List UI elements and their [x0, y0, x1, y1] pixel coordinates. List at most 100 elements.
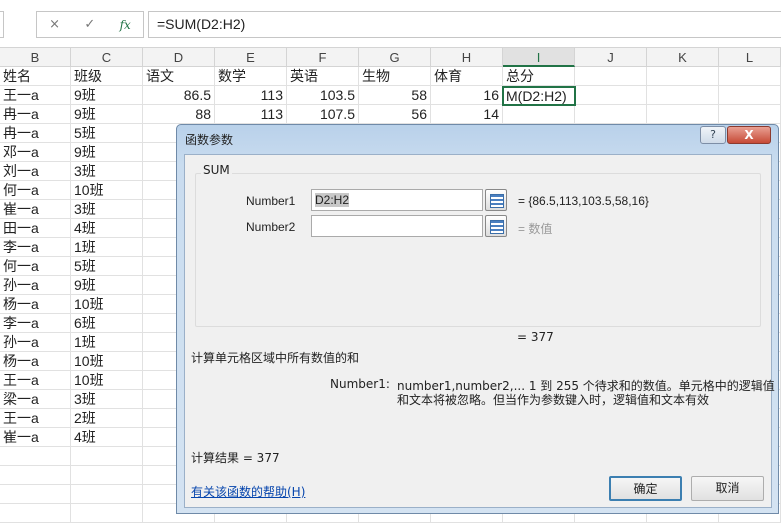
- cell[interactable]: 10班: [71, 181, 143, 200]
- cell[interactable]: 田一a: [0, 219, 71, 238]
- cell[interactable]: 刘一a: [0, 162, 71, 181]
- cancel-icon[interactable]: ×: [49, 17, 60, 32]
- number1-input[interactable]: D2:H2: [311, 189, 483, 211]
- cell[interactable]: 113: [215, 105, 287, 124]
- column-header-k[interactable]: K: [647, 48, 719, 67]
- cell[interactable]: [647, 67, 719, 86]
- active-cell[interactable]: M(D2:H2): [502, 86, 576, 106]
- cell[interactable]: [0, 447, 71, 466]
- cell[interactable]: [71, 466, 143, 485]
- cell[interactable]: 杨一a: [0, 295, 71, 314]
- help-button[interactable]: ?: [700, 126, 726, 144]
- cell[interactable]: 16: [431, 86, 503, 105]
- cell[interactable]: 英语: [287, 67, 359, 86]
- ok-button[interactable]: 确定: [609, 476, 682, 501]
- cell[interactable]: 4班: [71, 428, 143, 447]
- cell[interactable]: 总分: [503, 67, 575, 86]
- cell[interactable]: 107.5: [287, 105, 359, 124]
- cell[interactable]: 4班: [71, 219, 143, 238]
- cell[interactable]: 10班: [71, 295, 143, 314]
- column-header-h[interactable]: H: [431, 48, 503, 67]
- cell[interactable]: [503, 105, 575, 124]
- column-header-d[interactable]: D: [143, 48, 215, 67]
- enter-icon[interactable]: ✓: [84, 17, 95, 32]
- cell[interactable]: 88: [143, 105, 215, 124]
- column-header-j[interactable]: J: [575, 48, 647, 67]
- cell[interactable]: 王一a: [0, 371, 71, 390]
- cell[interactable]: [71, 485, 143, 504]
- cell[interactable]: 9班: [71, 143, 143, 162]
- cell[interactable]: 体育: [431, 67, 503, 86]
- cell[interactable]: 58: [359, 86, 431, 105]
- cell[interactable]: 103.5: [287, 86, 359, 105]
- cell[interactable]: 1班: [71, 238, 143, 257]
- cell[interactable]: 崔一a: [0, 428, 71, 447]
- cell[interactable]: 5班: [71, 124, 143, 143]
- cell[interactable]: 2班: [71, 409, 143, 428]
- cell[interactable]: 3班: [71, 390, 143, 409]
- column-header-l[interactable]: L: [719, 48, 781, 67]
- cell[interactable]: [71, 447, 143, 466]
- cell[interactable]: 李一a: [0, 238, 71, 257]
- cell[interactable]: 生物: [359, 67, 431, 86]
- collapse-dialog-icon[interactable]: [485, 189, 507, 211]
- name-box[interactable]: [0, 11, 4, 38]
- cell[interactable]: 数学: [215, 67, 287, 86]
- cell[interactable]: 杨一a: [0, 352, 71, 371]
- column-header-i[interactable]: I: [503, 48, 575, 67]
- cell[interactable]: 王一a: [0, 86, 71, 105]
- cell[interactable]: 14: [431, 105, 503, 124]
- function-help-link[interactable]: 有关该函数的帮助(H): [191, 483, 305, 500]
- cell[interactable]: 语文: [143, 67, 215, 86]
- cell[interactable]: [0, 466, 71, 485]
- cell[interactable]: 9班: [71, 105, 143, 124]
- cell[interactable]: 56: [359, 105, 431, 124]
- cell[interactable]: 10班: [71, 352, 143, 371]
- column-header-e[interactable]: E: [215, 48, 287, 67]
- cell[interactable]: [575, 105, 647, 124]
- cell[interactable]: 崔一a: [0, 200, 71, 219]
- cancel-button[interactable]: 取消: [691, 476, 764, 501]
- cell[interactable]: 9班: [71, 276, 143, 295]
- cell[interactable]: [719, 105, 781, 124]
- cell[interactable]: 冉一a: [0, 124, 71, 143]
- cell[interactable]: [575, 86, 647, 105]
- cell[interactable]: [575, 67, 647, 86]
- cell[interactable]: 1班: [71, 333, 143, 352]
- cell[interactable]: 孙一a: [0, 276, 71, 295]
- cell[interactable]: 86.5: [143, 86, 215, 105]
- cell[interactable]: [647, 105, 719, 124]
- cell[interactable]: [71, 504, 143, 523]
- cell[interactable]: 113: [215, 86, 287, 105]
- column-header-b[interactable]: B: [0, 48, 71, 67]
- formula-input[interactable]: =SUM(D2:H2): [148, 11, 781, 38]
- cell[interactable]: 3班: [71, 162, 143, 181]
- cell[interactable]: 5班: [71, 257, 143, 276]
- cell[interactable]: [719, 67, 781, 86]
- cell[interactable]: [0, 504, 71, 523]
- cell[interactable]: 10班: [71, 371, 143, 390]
- cell[interactable]: 邓一a: [0, 143, 71, 162]
- cell[interactable]: 何一a: [0, 181, 71, 200]
- cell[interactable]: [647, 86, 719, 105]
- cell[interactable]: [719, 86, 781, 105]
- number2-input[interactable]: [311, 215, 483, 237]
- cell[interactable]: 李一a: [0, 314, 71, 333]
- cell[interactable]: 孙一a: [0, 333, 71, 352]
- cell[interactable]: 班级: [71, 67, 143, 86]
- column-header-f[interactable]: F: [287, 48, 359, 67]
- column-header-g[interactable]: G: [359, 48, 431, 67]
- column-header-c[interactable]: C: [71, 48, 143, 67]
- close-button[interactable]: X: [727, 126, 771, 144]
- cell[interactable]: 梁一a: [0, 390, 71, 409]
- cell[interactable]: 6班: [71, 314, 143, 333]
- cell[interactable]: 9班: [71, 86, 143, 105]
- insert-function-icon[interactable]: fx: [120, 18, 131, 32]
- cell[interactable]: 冉一a: [0, 105, 71, 124]
- cell[interactable]: [0, 485, 71, 504]
- collapse-dialog-icon[interactable]: [485, 215, 507, 237]
- cell[interactable]: 姓名: [0, 67, 71, 86]
- cell[interactable]: 3班: [71, 200, 143, 219]
- cell[interactable]: 何一a: [0, 257, 71, 276]
- cell[interactable]: 王一a: [0, 409, 71, 428]
